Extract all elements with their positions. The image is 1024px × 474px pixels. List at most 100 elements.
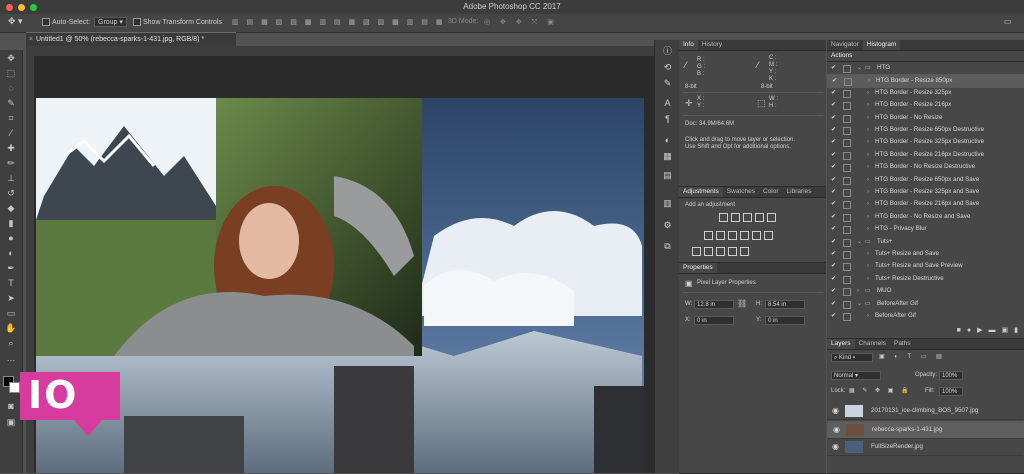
tab-navigator[interactable]: Navigator (827, 40, 863, 50)
chevron-right-icon[interactable]: › (867, 112, 869, 124)
fill-input[interactable]: 100% (939, 387, 963, 396)
brush-presets-icon[interactable]: ✎ (662, 78, 673, 89)
curves-icon[interactable] (743, 213, 752, 222)
action-row[interactable]: ✔ › HTG Border - Resize 325px and Save (827, 186, 1023, 198)
prop-x-input[interactable]: 0 in (694, 316, 734, 325)
screen-mode-icon[interactable]: ▣ (5, 416, 17, 428)
chevron-right-icon[interactable]: › (867, 124, 869, 136)
threshold-icon[interactable] (716, 247, 725, 256)
dialog-toggle-box[interactable] (843, 164, 851, 173)
history-panel-icon[interactable]: ⟲ (662, 62, 673, 73)
action-enabled-check-icon[interactable]: ✔ (832, 75, 837, 87)
libraries-icon[interactable]: ▤ (662, 170, 673, 181)
visibility-eye-icon[interactable]: ◉ (833, 422, 840, 438)
show-transform-checkbox[interactable]: Show Transform Controls (133, 18, 222, 26)
dialog-toggle-box[interactable] (843, 226, 851, 235)
action-enabled-check-icon[interactable]: ✔ (831, 161, 836, 173)
action-row[interactable]: ✔ › HTG Border - Resize 216px Destructive (827, 149, 1023, 161)
tab-adjustments[interactable]: Adjustments (679, 187, 723, 197)
new-set-icon[interactable]: ▬ (989, 327, 1002, 334)
visibility-eye-icon[interactable]: ◉ (832, 439, 839, 455)
action-set-row[interactable]: ✔ › ▭ MUO (827, 285, 1023, 297)
blend-mode-dropdown[interactable]: Normal ▾ (831, 371, 881, 380)
dodge-icon[interactable]: ◐ (5, 247, 17, 259)
stop-icon[interactable]: ■ (957, 327, 967, 334)
selective-color-icon[interactable] (740, 247, 749, 256)
action-set-row[interactable]: ✔ ⌄ ▭ Tuts+ (827, 236, 1023, 248)
brush-icon[interactable]: ✏ (5, 157, 17, 169)
chevron-right-icon[interactable]: › (867, 87, 869, 99)
chevron-right-icon[interactable]: › (867, 248, 869, 260)
black-white-icon[interactable] (728, 231, 737, 240)
brightness-contrast-icon[interactable] (719, 213, 728, 222)
dialog-toggle-box[interactable] (843, 114, 851, 123)
dialog-toggle-box[interactable] (843, 313, 851, 321)
tab-properties[interactable]: Properties (679, 263, 717, 273)
color-lookup-icon[interactable] (764, 231, 773, 240)
eraser-icon[interactable]: ◆ (5, 202, 17, 214)
dialog-toggle-box[interactable] (843, 176, 851, 185)
chevron-right-icon[interactable]: › (857, 285, 859, 297)
dialog-toggle-box[interactable] (843, 251, 851, 259)
action-row[interactable]: ✔ › BeforeAfter Gif (827, 310, 1023, 322)
tab-libraries[interactable]: Libraries (783, 187, 816, 197)
adjustments-icon[interactable]: ◐ (662, 135, 673, 146)
prop-w-input[interactable]: 12.8 in (694, 300, 734, 309)
prop-h-input[interactable]: 8.54 in (765, 300, 805, 309)
type-icon[interactable]: T (5, 277, 17, 289)
background-color-swatch[interactable] (9, 382, 20, 393)
action-enabled-check-icon[interactable]: ✔ (831, 174, 836, 186)
dialog-toggle-box[interactable] (843, 238, 851, 247)
visibility-eye-icon[interactable]: ◉ (832, 403, 839, 419)
action-enabled-check-icon[interactable]: ✔ (831, 211, 836, 223)
history-brush-icon[interactable]: ↺ (5, 187, 17, 199)
quick-mask-icon[interactable]: ◙ (5, 400, 17, 412)
chevron-right-icon[interactable]: › (867, 186, 869, 198)
quick-select-icon[interactable]: ✎ (5, 97, 17, 109)
swatches-icon[interactable]: ▦ (662, 151, 673, 162)
layer-row[interactable]: ◉ FullSizeRender.jpg (827, 439, 1023, 456)
chevron-right-icon[interactable]: › (867, 273, 869, 285)
action-enabled-check-icon[interactable]: ✔ (831, 298, 836, 310)
levels-icon[interactable] (731, 213, 740, 222)
action-enabled-check-icon[interactable]: ✔ (831, 198, 836, 210)
chevron-right-icon[interactable]: › (867, 260, 869, 272)
action-enabled-check-icon[interactable]: ✔ (831, 310, 836, 322)
blur-icon[interactable]: ● (5, 232, 17, 244)
action-row[interactable]: ✔ › HTG - Privacy Blur (827, 223, 1023, 235)
dialog-toggle-box[interactable] (843, 263, 851, 272)
chevron-right-icon[interactable]: › (867, 161, 869, 173)
tab-history[interactable]: History (698, 40, 726, 50)
action-row[interactable]: ✔ › HTG Border - Resize 325px Destructive (827, 136, 1023, 148)
tab-channels[interactable]: Channels (855, 339, 890, 349)
tab-histogram[interactable]: Histogram (862, 40, 901, 50)
delete-icon[interactable]: ▮ (1014, 327, 1024, 334)
pen-icon[interactable]: ✒ (5, 262, 17, 274)
chevron-right-icon[interactable]: › (867, 136, 869, 148)
action-row[interactable]: ✔ › HTG Border - Resize 650px and Save (827, 174, 1023, 186)
align-icons[interactable]: ▥ ▤ ▦ ▧ ▨ ▩ ▥ ▤ ▦ ▧ ▨ ▩ ▥ ▤ ▦ (232, 18, 445, 26)
action-enabled-check-icon[interactable]: ✔ (831, 223, 836, 235)
properties-icon[interactable]: ▥ (662, 198, 673, 209)
move-icon[interactable]: ✥ (5, 52, 17, 64)
zoom-icon[interactable]: ⌕ (5, 337, 17, 349)
opacity-input[interactable]: 100% (939, 371, 963, 380)
crop-icon[interactable]: ⌗ (5, 112, 17, 124)
action-enabled-check-icon[interactable]: ✔ (831, 273, 836, 285)
dialog-toggle-box[interactable] (843, 275, 851, 284)
action-enabled-check-icon[interactable]: ✔ (831, 124, 836, 136)
workspace-icon[interactable]: ▭ (1004, 17, 1012, 26)
chevron-right-icon[interactable]: › (867, 174, 869, 186)
layer-row[interactable]: ◉ rebecca-sparks-1-431.jpg (827, 421, 1024, 439)
tab-info[interactable]: Info (679, 40, 698, 50)
layer-filter-dropdown[interactable]: ⌕ Kind ▾ (831, 353, 873, 362)
action-enabled-check-icon[interactable]: ✔ (831, 112, 836, 124)
posterize-icon[interactable] (704, 247, 713, 256)
lock-icons[interactable]: ▦ ✎ ✥ ▣ 🔒 (849, 387, 912, 394)
action-set-row[interactable]: ✔ ⌄ ▭ BeforeAfter Gif (827, 298, 1023, 310)
chevron-right-icon[interactable]: › (867, 211, 869, 223)
marquee-icon[interactable]: ⬚ (5, 67, 17, 79)
action-enabled-check-icon[interactable]: ✔ (831, 136, 836, 148)
chevron-right-icon[interactable]: › (867, 310, 869, 322)
chevron-right-icon[interactable]: › (867, 99, 869, 111)
